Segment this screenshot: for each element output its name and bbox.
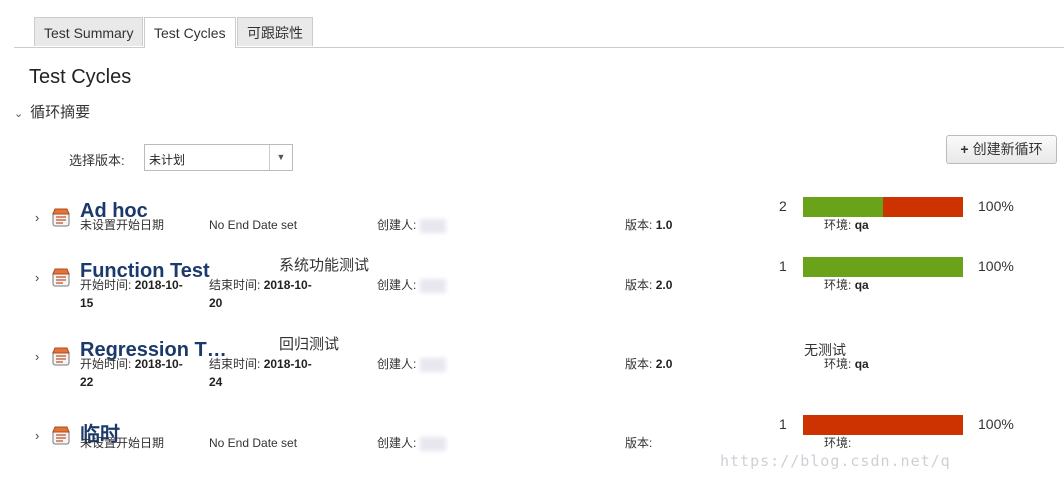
cycle-environment: 环境: qa [824,357,869,371]
cycle-row: › Function Test 系统功能测试 开始时间: 2018-10- 15 … [0,257,1064,336]
cycle-start-date: 未设置开始日期 [80,218,165,232]
test-cycle-icon [52,347,70,366]
cycle-environment: 环境: qa [824,278,869,292]
execution-progress-bar[interactable] [803,415,963,435]
progress-pass-segment [803,197,883,217]
cycle-creator: 创建人: [377,216,447,234]
cycle-start-date: 开始时间: 2018-10- 15 [80,278,183,310]
cycle-end-date: 结束时间: 2018-10- 20 [209,278,312,310]
test-cycle-icon [52,208,70,227]
cycle-creator: 创建人: [377,355,447,373]
chevron-right-icon[interactable]: › [35,349,39,364]
tab-bar: Test Summary Test Cycles 可跟踪性 [14,17,1064,48]
cycle-start-date: 开始时间: 2018-10- 22 [80,357,183,389]
test-cycle-icon [52,426,70,445]
cycle-version: 版本: [625,436,653,450]
version-select-label: 选择版本: [69,153,125,168]
cycle-start-date: 未设置开始日期 [80,436,165,450]
chevron-down-icon: ⌄ [14,108,24,120]
version-select-value: 未计划 [149,153,186,167]
execution-progress-bar[interactable] [803,197,963,217]
cycle-description: 回归测试 [279,336,340,353]
tab-test-summary[interactable]: Test Summary [34,17,144,46]
execution-count: 2 [779,198,787,214]
test-cycle-icon [52,268,70,287]
cycle-summary-label: 循环摘要 [30,104,91,121]
create-cycle-label: 创建新循环 [972,141,1043,157]
cycle-summary-toggle[interactable]: ⌄ 循环摘要 [14,101,90,122]
chevron-right-icon[interactable]: › [35,210,39,225]
watermark: https://blog.csdn.net/q [720,452,951,470]
cycle-environment: 环境: qa [824,218,869,232]
redacted-creator [420,436,447,451]
cycle-end-date: No End Date set [209,218,298,232]
cycle-version: 版本: 2.0 [625,357,673,371]
plus-icon: + [960,141,969,157]
chevron-right-icon[interactable]: › [35,428,39,443]
cycle-creator: 创建人: [377,276,447,294]
cycle-row: › Regression T… 回归测试 开始时间: 2018-10- 22 结束… [0,336,1064,415]
execution-percent: 100% [978,258,1014,274]
execution-count: 1 [779,416,787,432]
execution-percent: 100% [978,416,1014,432]
progress-pass-segment [803,257,963,277]
cycle-description: 系统功能测试 [279,257,370,274]
tab-traceability[interactable]: 可跟踪性 [237,17,313,46]
chevron-right-icon[interactable]: › [35,270,39,285]
execution-percent: 100% [978,198,1014,214]
chevron-down-icon[interactable]: ▼ [269,145,292,170]
tab-test-cycles[interactable]: Test Cycles [144,17,236,48]
execution-progress-bar[interactable] [803,257,963,277]
redacted-creator [420,357,447,372]
cycle-creator: 创建人: [377,434,447,452]
cycle-version: 版本: 1.0 [625,218,673,232]
cycle-end-date: No End Date set [209,436,298,450]
version-select[interactable]: 未计划 ▼ [144,144,293,171]
redacted-creator [420,278,447,293]
progress-fail-segment [803,415,963,435]
execution-count: 1 [779,258,787,274]
page-title: Test Cycles [29,66,132,88]
progress-fail-segment [883,197,963,217]
cycle-version: 版本: 2.0 [625,278,673,292]
cycle-environment: 环境: [824,436,852,450]
cycle-end-date: 结束时间: 2018-10- 24 [209,357,312,389]
redacted-creator [420,218,447,233]
create-cycle-button[interactable]: + 创建新循环 [946,135,1057,164]
